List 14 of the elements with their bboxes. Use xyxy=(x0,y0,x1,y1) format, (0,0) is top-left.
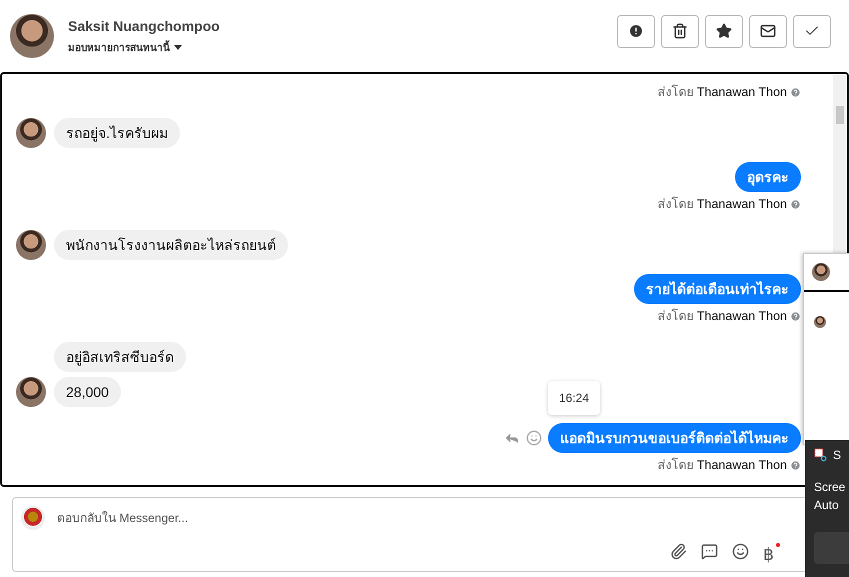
sent-by-text: ส่งโดย Thanawan Thon xyxy=(657,84,787,100)
notification-title: S xyxy=(833,448,842,462)
sent-by-text: ส่งโดย Thanawan Thon xyxy=(657,308,787,324)
contact-name: Saksit Nuangchompoo xyxy=(68,18,221,34)
sent-by-text: ส่งโดย Thanawan Thon xyxy=(657,457,787,473)
time-tooltip: 16:24 xyxy=(548,381,600,415)
sent-message: อุดรคะ xyxy=(735,162,801,192)
received-message: พนักงานโรงงานผลิตอะไหล่รถยนต์ xyxy=(54,230,288,260)
received-message: รถอยู่จ.ไรครับผม xyxy=(54,118,180,148)
received-message: 28,000 xyxy=(54,377,121,407)
received-message: อยู่อิสเทริสซีบอร์ด xyxy=(54,342,186,372)
sent-message: รายได้ต่อเดือนเท่าไรคะ xyxy=(634,274,801,304)
notification-text: Scree xyxy=(814,480,846,494)
sent-by-text: ส่งโดย Thanawan Thon xyxy=(657,196,787,212)
